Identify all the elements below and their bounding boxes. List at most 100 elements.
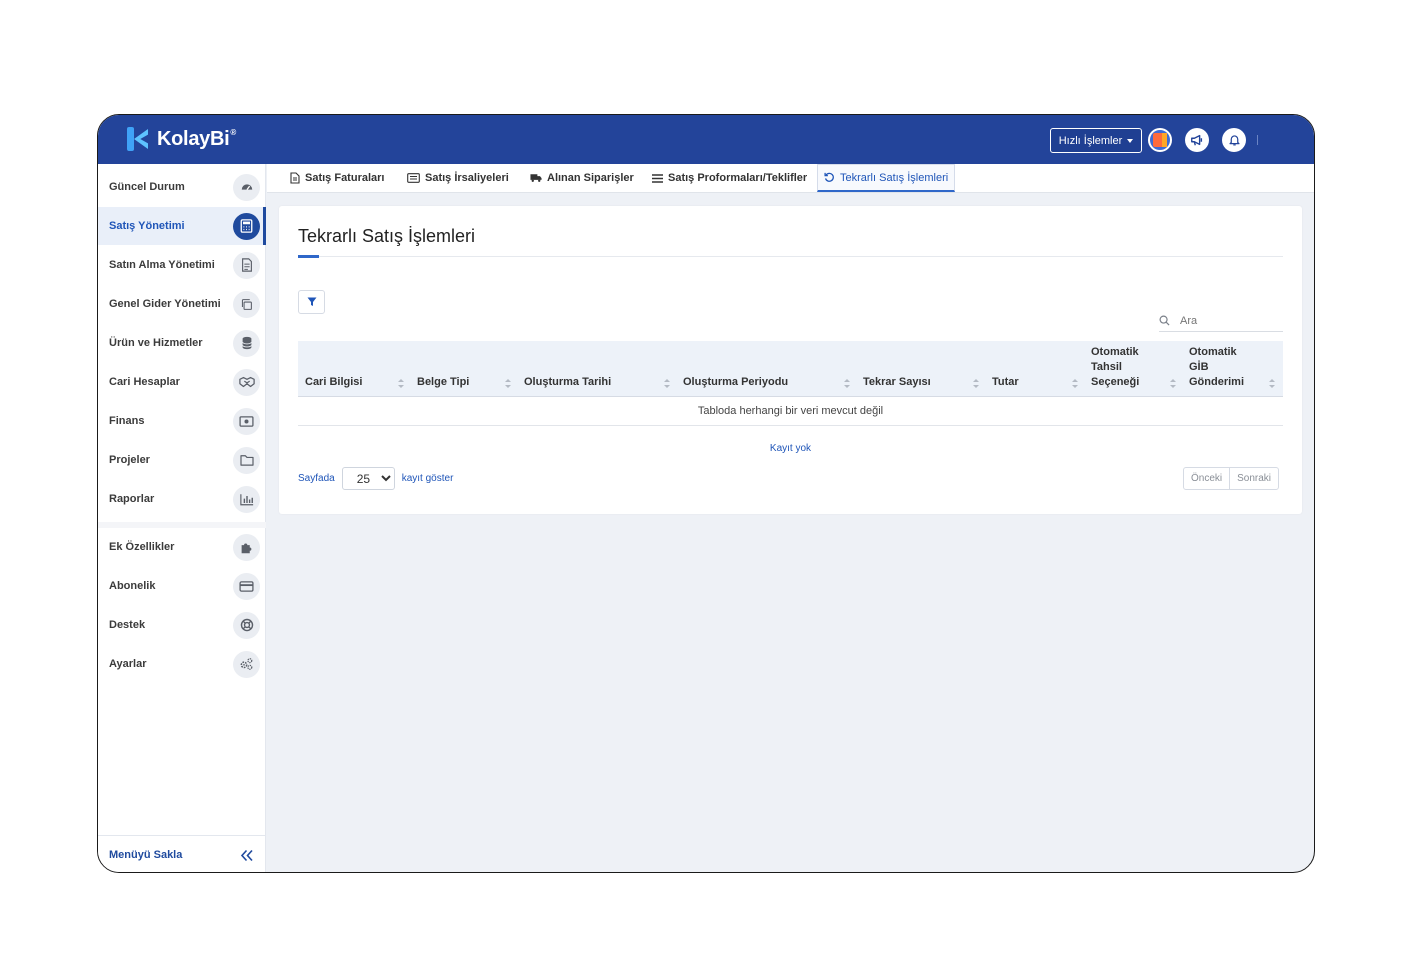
sidebar-item-urun-ve-hizmetler[interactable]: Ürün ve Hizmetler: [98, 324, 266, 362]
search-box[interactable]: [1159, 310, 1283, 332]
sidebar-item-finans[interactable]: Finans: [98, 402, 266, 440]
sidebar-item-label: Satış Yönetimi: [109, 220, 185, 232]
handshake-icon: [233, 368, 260, 396]
caret-down-icon: [1127, 138, 1134, 143]
column-header[interactable]: Tutar: [992, 375, 1019, 390]
sidebar-item-label: Ürün ve Hizmetler: [109, 337, 203, 349]
tab-alinan-siparisler[interactable]: Alınan Siparişler: [530, 164, 634, 192]
double-chevron-left-icon: [240, 849, 253, 861]
sidebar-item-label: Cari Hesaplar: [109, 376, 180, 388]
tab-label: Satış Faturaları: [305, 172, 385, 184]
topbar-divider: [1257, 135, 1258, 145]
previous-page-button[interactable]: Önceki: [1184, 468, 1229, 489]
column-header[interactable]: Belge Tipi: [417, 375, 469, 390]
sidebar-item-satis-yonetimi[interactable]: Satış Yönetimi: [98, 207, 266, 245]
sidebar-item-cari-hesaplar[interactable]: Cari Hesaplar: [98, 363, 266, 401]
tab-label: Satış İrsaliyeleri: [425, 172, 509, 184]
sidebar-item-ek-ozellikler[interactable]: Ek Özellikler: [98, 528, 266, 566]
page-length-control: Sayfada 25 kayıt göster: [298, 467, 453, 490]
sort-icon[interactable]: [844, 379, 850, 388]
table-header: Cari Bilgisi Belge Tipi Oluşturma Tarihi…: [298, 341, 1283, 397]
sidebar-item-label: Raporlar: [109, 493, 155, 505]
tab-satis-irsaliyeleri[interactable]: Satış İrsaliyeleri: [407, 164, 509, 192]
sidebar-item-label: Abonelik: [109, 580, 156, 592]
list-icon: [652, 173, 663, 183]
next-page-button[interactable]: Sonraki: [1229, 468, 1278, 489]
column-header[interactable]: Otomatik Tahsil Seçeneği: [1091, 345, 1151, 390]
tab-satis-proformalari[interactable]: Satış Proformaları/Teklifler: [652, 164, 807, 192]
tab-satis-faturalari[interactable]: Satış Faturaları: [290, 164, 384, 192]
truck-icon: [530, 174, 542, 182]
page-title: Tekrarlı Satış İşlemleri: [298, 226, 476, 246]
page-length-select[interactable]: 25: [341, 467, 395, 490]
gears-icon: [233, 650, 260, 678]
brand-name: KolayBi: [157, 127, 230, 150]
sort-icon[interactable]: [505, 379, 511, 388]
sidebar-item-label: Ayarlar: [109, 658, 147, 670]
sidebar: Güncel Durum Satış Yönetimi Satın Alma Y…: [98, 164, 266, 872]
announcements-button[interactable]: [1185, 128, 1209, 152]
brand-registered-mark: ®: [230, 127, 236, 137]
sort-icon[interactable]: [1269, 379, 1275, 388]
sidebar-item-projeler[interactable]: Projeler: [98, 441, 266, 479]
search-input[interactable]: [1180, 314, 1270, 327]
hide-menu-button[interactable]: Menüyü Sakla: [98, 835, 266, 872]
dashboard-gauge-icon: [233, 173, 260, 201]
bell-icon: [1228, 135, 1240, 146]
invoice-icon: [290, 172, 300, 184]
sidebar-item-label: Destek: [109, 619, 146, 631]
sidebar-item-label: Finans: [109, 415, 145, 427]
puzzle-icon: [233, 533, 260, 561]
empty-table-message: Tabloda herhangi bir veri mevcut değil: [298, 397, 1283, 426]
tab-tekrarli-satis-islemleri[interactable]: Tekrarlı Satış İşlemleri: [817, 164, 956, 192]
sort-icon[interactable]: [1170, 379, 1176, 388]
title-divider: [298, 256, 1283, 257]
column-header[interactable]: Cari Bilgisi: [305, 375, 362, 390]
sidebar-item-destek[interactable]: Destek: [98, 606, 266, 644]
calculator-icon: [233, 212, 260, 240]
tab-label: Satış Proformaları/Teklifler: [668, 172, 808, 184]
recurring-sales-table: Cari Bilgisi Belge Tipi Oluşturma Tarihi…: [298, 341, 1283, 426]
notifications-button[interactable]: [1222, 128, 1246, 152]
sidebar-item-genel-gider-yonetimi[interactable]: Genel Gider Yönetimi: [98, 285, 266, 323]
tab-label: Alınan Siparişler: [547, 172, 634, 184]
quick-actions-button[interactable]: Hızlı İşlemler: [1050, 128, 1142, 153]
sort-icon[interactable]: [973, 379, 979, 388]
repeat-icon: [824, 172, 834, 182]
recurring-sales-card: Tekrarlı Satış İşlemleri Cari Bilgisi Be…: [279, 206, 1302, 514]
database-icon: [233, 329, 260, 357]
top-bar: KolayBi® Hızlı İşlemler: [98, 115, 1314, 164]
sort-icon[interactable]: [1072, 379, 1078, 388]
credit-card-icon: [233, 572, 260, 600]
no-records-text: Kayıt yok: [769, 443, 812, 454]
sidebar-item-raporlar[interactable]: Raporlar: [98, 480, 266, 518]
sidebar-item-label: Projeler: [109, 454, 150, 466]
column-header[interactable]: Otomatik GİB Gönderimi: [1189, 345, 1249, 390]
search-icon: [1159, 315, 1170, 326]
filter-icon: [307, 297, 316, 306]
column-header[interactable]: Oluşturma Periyodu: [683, 375, 788, 390]
megaphone-icon: [1191, 134, 1203, 146]
sort-icon[interactable]: [398, 379, 404, 388]
money-icon: [233, 407, 260, 435]
quick-actions-label: Hızlı İşlemler: [1058, 134, 1123, 147]
column-header[interactable]: Oluşturma Tarihi: [524, 375, 611, 390]
sidebar-item-label: Güncel Durum: [109, 181, 185, 193]
sidebar-item-label: Genel Gider Yönetimi: [109, 298, 221, 310]
sidebar-item-satin-alma-yonetimi[interactable]: Satın Alma Yönetimi: [98, 246, 266, 284]
sidebar-item-abonelik[interactable]: Abonelik: [98, 567, 266, 605]
pagination: Önceki Sonraki: [1183, 467, 1280, 490]
per-page-prefix: Sayfada: [298, 473, 335, 484]
sort-icon[interactable]: [664, 379, 670, 388]
waybill-icon: [407, 173, 420, 183]
folder-icon: [233, 446, 260, 474]
user-avatar[interactable]: [1148, 128, 1172, 152]
copy-icon: [233, 290, 260, 318]
sidebar-item-ayarlar[interactable]: Ayarlar: [98, 645, 266, 683]
brand-logo[interactable]: KolayBi®: [125, 127, 236, 151]
column-header[interactable]: Tekrar Sayısı: [863, 375, 931, 390]
life-ring-icon: [233, 611, 260, 639]
filter-button[interactable]: [298, 290, 325, 314]
sidebar-item-guncel-durum[interactable]: Güncel Durum: [98, 168, 266, 206]
app-window: KolayBi® Hızlı İşlemler Güncel Durum Sat…: [97, 114, 1315, 873]
